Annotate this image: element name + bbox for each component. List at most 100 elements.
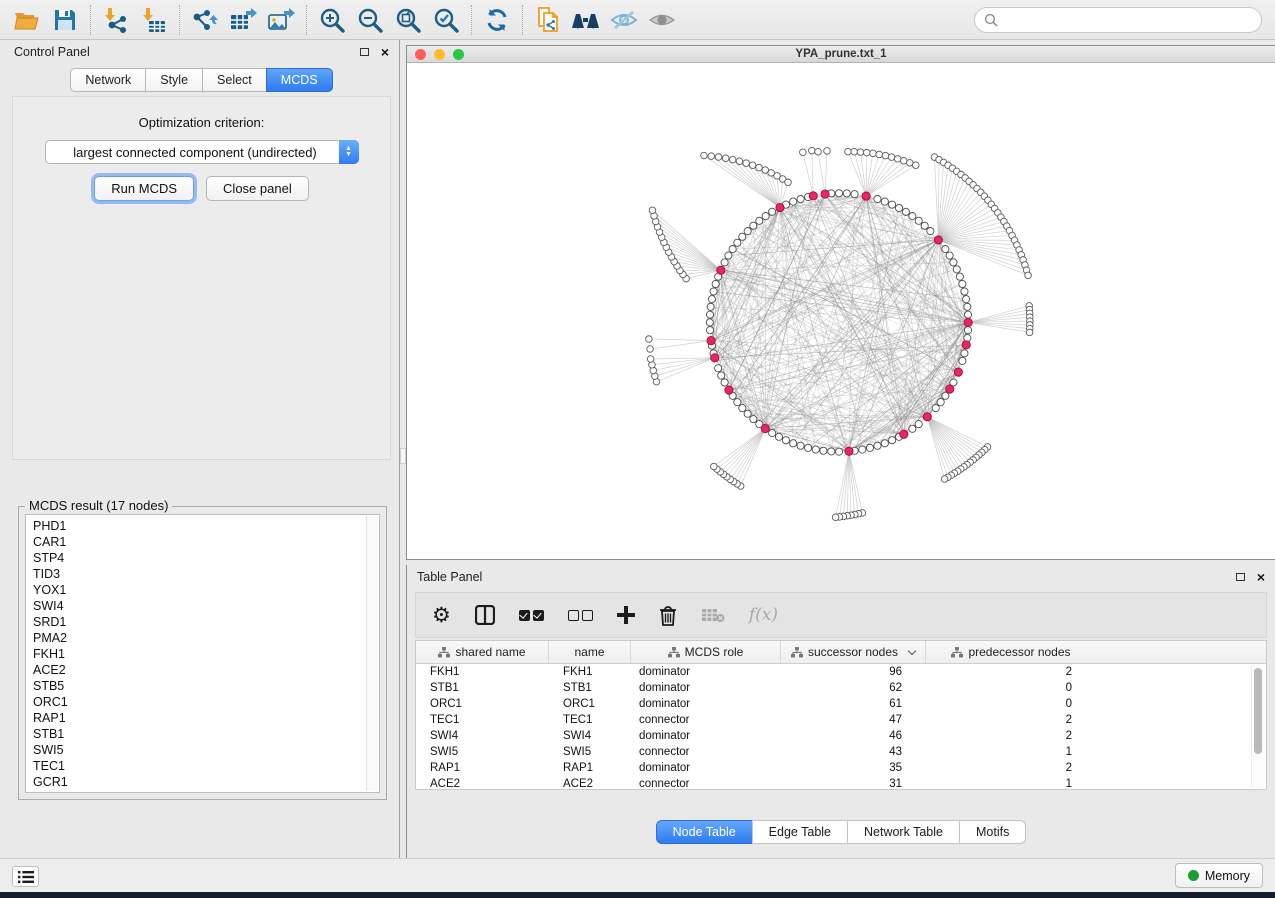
toolbar-separator bbox=[90, 5, 91, 35]
toolbar-separator bbox=[179, 5, 180, 35]
export-network-icon[interactable] bbox=[186, 4, 224, 36]
shared-column-icon bbox=[791, 647, 803, 658]
column-header-shared-name[interactable]: shared name bbox=[416, 641, 549, 663]
search-icon bbox=[984, 13, 998, 27]
show-columns-icon[interactable] bbox=[475, 605, 495, 625]
open-folder-icon[interactable] bbox=[8, 4, 46, 36]
select-all-icon[interactable] bbox=[519, 610, 544, 621]
mcds-result-item[interactable]: ACE2 bbox=[33, 662, 379, 678]
mcds-result-item[interactable]: FKH1 bbox=[33, 646, 379, 662]
close-panel-icon[interactable]: × bbox=[381, 45, 389, 59]
tab-select[interactable]: Select bbox=[202, 68, 266, 92]
tab-network[interactable]: Network bbox=[70, 68, 145, 92]
delete-column-icon[interactable] bbox=[659, 605, 677, 626]
toolbar-separator bbox=[522, 5, 523, 35]
zoom-in-icon[interactable] bbox=[313, 4, 351, 36]
copy-network-icon[interactable] bbox=[529, 4, 567, 36]
table-row[interactable]: SWI4SWI4dominator462 bbox=[416, 728, 1266, 744]
import-network-icon[interactable] bbox=[97, 4, 135, 36]
network-graph[interactable] bbox=[407, 64, 1275, 559]
mcds-result-item[interactable]: YOX1 bbox=[33, 582, 379, 598]
network-window-titlebar[interactable]: YPA_prune.txt_1 bbox=[407, 46, 1275, 63]
mcds-result-item[interactable]: STB5 bbox=[33, 678, 379, 694]
table-settings-icon[interactable]: ⚙ bbox=[432, 605, 451, 626]
mcds-result-item[interactable]: PMA2 bbox=[33, 630, 379, 646]
hide-selected-icon[interactable] bbox=[605, 4, 643, 36]
export-table-icon[interactable] bbox=[224, 4, 262, 36]
main-toolbar bbox=[0, 0, 1275, 40]
mcds-result-item[interactable]: SWI5 bbox=[33, 742, 379, 758]
mcds-result-list[interactable]: PHD1CAR1STP4TID3YOX1SWI4SRD1PMA2FKH1ACE2… bbox=[25, 514, 380, 793]
tab-motifs[interactable]: Motifs bbox=[959, 820, 1026, 844]
float-panel-icon[interactable] bbox=[360, 48, 369, 56]
toolbar-separator bbox=[471, 5, 472, 35]
import-table-icon[interactable] bbox=[135, 4, 173, 36]
optimization-criterion-label: Optimization criterion: bbox=[13, 115, 390, 130]
table-toolbar: ⚙ f(x) bbox=[415, 592, 1267, 638]
mcds-result-item[interactable]: CAR1 bbox=[33, 534, 379, 550]
zoom-fit-icon[interactable] bbox=[389, 4, 427, 36]
deselect-all-icon[interactable] bbox=[568, 610, 593, 621]
tab-edge-table[interactable]: Edge Table bbox=[752, 820, 847, 844]
float-table-panel-icon[interactable] bbox=[1236, 573, 1245, 581]
mcds-result-item[interactable]: PHD1 bbox=[33, 518, 379, 534]
table-row[interactable]: SWI5SWI5connector431 bbox=[416, 744, 1266, 760]
memory-button[interactable]: Memory bbox=[1175, 863, 1263, 888]
save-icon[interactable] bbox=[46, 4, 84, 36]
column-header-name[interactable]: name bbox=[549, 641, 631, 663]
control-panel-tabs: Network Style Select MCDS bbox=[4, 68, 399, 92]
control-panel: Control Panel × Network Style Select MCD… bbox=[4, 40, 400, 858]
close-table-panel-icon[interactable]: × bbox=[1257, 570, 1265, 584]
mcds-result-item[interactable]: GCR1 bbox=[33, 774, 379, 790]
add-column-icon[interactable] bbox=[617, 606, 635, 624]
shared-column-icon bbox=[438, 647, 450, 658]
optimization-criterion-select[interactable]: largest connected component (undirected)… bbox=[45, 140, 359, 164]
list-icon bbox=[18, 871, 34, 883]
column-header-mcds-role[interactable]: MCDS role bbox=[631, 641, 781, 663]
first-neighbors-icon[interactable] bbox=[567, 4, 605, 36]
table-row[interactable]: ORC1ORC1dominator610 bbox=[416, 696, 1266, 712]
task-history-button[interactable] bbox=[12, 866, 39, 887]
search-input[interactable] bbox=[998, 13, 1261, 28]
zoom-selected-icon[interactable] bbox=[427, 4, 465, 36]
toolbar-separator bbox=[306, 5, 307, 35]
table-scrollbar-thumb[interactable] bbox=[1254, 668, 1262, 754]
memory-status-icon bbox=[1188, 870, 1199, 881]
table-row[interactable]: FKH1FKH1dominator962 bbox=[416, 664, 1266, 680]
table-row[interactable]: RAP1RAP1dominator352 bbox=[416, 760, 1266, 776]
mcds-result-item[interactable]: TID3 bbox=[33, 566, 379, 582]
zoom-out-icon[interactable] bbox=[351, 4, 389, 36]
tab-mcds[interactable]: MCDS bbox=[266, 68, 333, 92]
mcds-result-item[interactable]: RAP1 bbox=[33, 710, 379, 726]
mcds-result-item[interactable]: STP4 bbox=[33, 550, 379, 566]
column-header-predecessor-nodes[interactable]: predecessor nodes bbox=[926, 641, 1096, 663]
mcds-result-title: MCDS result (17 nodes) bbox=[25, 498, 172, 513]
search-field[interactable] bbox=[974, 7, 1262, 33]
mcds-result-item[interactable]: ORC1 bbox=[33, 694, 379, 710]
mcds-tab-content: Optimization criterion: largest connecte… bbox=[12, 96, 391, 460]
network-canvas[interactable] bbox=[407, 64, 1275, 559]
column-header-successor-nodes[interactable]: successor nodes bbox=[781, 641, 926, 663]
function-builder-icon: f(x) bbox=[749, 605, 778, 625]
tab-network-table[interactable]: Network Table bbox=[847, 820, 959, 844]
network-view-window: YPA_prune.txt_1 bbox=[406, 45, 1275, 560]
control-panel-title: Control Panel bbox=[14, 45, 360, 59]
table-row[interactable]: STB1STB1dominator620 bbox=[416, 680, 1266, 696]
mcds-result-item[interactable]: SRD1 bbox=[33, 614, 379, 630]
table-row[interactable]: ACE2ACE2connector311 bbox=[416, 776, 1266, 790]
refresh-icon[interactable] bbox=[478, 4, 516, 36]
close-panel-button[interactable]: Close panel bbox=[206, 176, 309, 201]
delete-table-icon bbox=[701, 607, 725, 623]
status-bar: Memory bbox=[0, 858, 1275, 892]
mcds-list-scrollbar[interactable] bbox=[366, 516, 378, 791]
tab-node-table[interactable]: Node Table bbox=[656, 820, 752, 844]
show-all-icon[interactable] bbox=[643, 4, 681, 36]
export-image-icon[interactable] bbox=[262, 4, 300, 36]
mcds-result-item[interactable]: SWI4 bbox=[33, 598, 379, 614]
tab-style[interactable]: Style bbox=[145, 68, 202, 92]
table-row[interactable]: TEC1TEC1connector472 bbox=[416, 712, 1266, 728]
mcds-result-item[interactable]: STB1 bbox=[33, 726, 379, 742]
table-scrollbar[interactable] bbox=[1251, 665, 1264, 787]
mcds-result-item[interactable]: TEC1 bbox=[33, 758, 379, 774]
run-mcds-button[interactable]: Run MCDS bbox=[94, 176, 194, 201]
